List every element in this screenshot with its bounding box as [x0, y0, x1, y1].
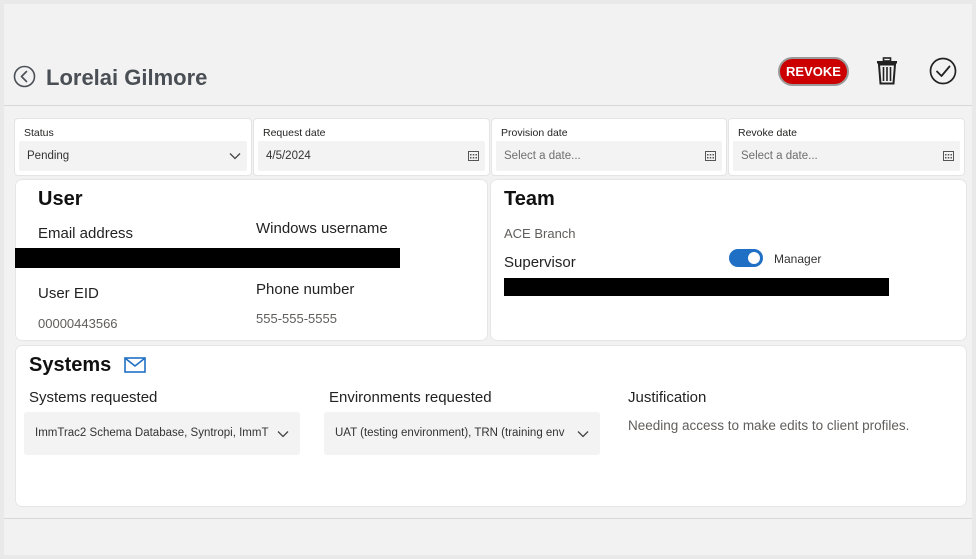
trash-icon [877, 57, 897, 85]
windows-username-label: Windows username [256, 220, 388, 237]
toggle-knob [748, 252, 760, 264]
revoke-date-input[interactable]: Select a date... [733, 141, 960, 171]
calendar-icon[interactable] [943, 151, 954, 161]
status-dropdown[interactable]: Pending [19, 141, 247, 171]
user-section-title: User [38, 188, 83, 210]
revoke-button[interactable]: REVOKE [778, 57, 849, 86]
systems-requested-label: Systems requested [29, 389, 158, 406]
status-field: Status Pending [15, 119, 251, 175]
manager-toggle[interactable] [729, 249, 763, 267]
mail-icon[interactable] [124, 357, 146, 373]
environments-requested-dropdown[interactable]: UAT (testing environment), TRN (training… [324, 412, 600, 455]
environments-requested-label: Environments requested [329, 389, 492, 406]
chevron-down-icon [577, 431, 589, 438]
systems-requested-value: ImmTrac2 Schema Database, Syntropi, ImmT [35, 427, 269, 439]
redacted-email-and-username [15, 248, 400, 268]
chevron-down-icon [229, 153, 241, 160]
email-label: Email address [38, 225, 134, 242]
chevron-down-icon [277, 431, 289, 438]
approve-button[interactable] [928, 56, 958, 86]
environments-requested-value: UAT (testing environment), TRN (training… [335, 427, 565, 439]
checkmark-circle-icon [929, 57, 957, 85]
justification-label: Justification [628, 389, 707, 406]
systems-card: Systems Systems requested ImmTrac2 Schem… [16, 346, 966, 506]
team-branch-value: ACE Branch [504, 226, 576, 241]
systems-section-title: Systems [29, 354, 112, 376]
app-window: Lorelai Gilmore REVOKE Status Pending Re… [4, 4, 972, 555]
calendar-icon[interactable] [705, 151, 716, 161]
revoke-date-label: Revoke date [738, 127, 797, 139]
team-card: Team ACE Branch Supervisor Manager [491, 180, 966, 340]
back-arrow-circle-icon [13, 65, 36, 88]
page-title: Lorelai Gilmore [46, 65, 208, 90]
team-section-title: Team [504, 188, 555, 210]
provision-date-label: Provision date [501, 127, 568, 139]
redacted-supervisor [504, 278, 889, 296]
provision-date-input[interactable]: Select a date... [496, 141, 722, 171]
footer-divider [4, 518, 972, 519]
supervisor-label: Supervisor [504, 254, 576, 271]
request-date-label: Request date [263, 127, 326, 139]
back-button[interactable] [13, 65, 36, 88]
request-dates-row: Status Pending Request date 4/5/2024 Pro… [15, 119, 967, 175]
request-date-input[interactable]: 4/5/2024 [258, 141, 485, 171]
phone-value: 555-555-5555 [256, 311, 337, 326]
justification-value: Needing access to make edits to client p… [628, 418, 910, 433]
request-date-field: Request date 4/5/2024 [254, 119, 489, 175]
provision-date-field: Provision date Select a date... [492, 119, 726, 175]
systems-requested-dropdown[interactable]: ImmTrac2 Schema Database, Syntropi, ImmT [24, 412, 300, 455]
calendar-icon[interactable] [468, 151, 479, 161]
manager-toggle-label: Manager [774, 252, 822, 266]
user-eid-value: 00000443566 [38, 316, 118, 331]
status-label: Status [24, 127, 54, 139]
phone-label: Phone number [256, 281, 355, 298]
delete-button[interactable] [874, 56, 900, 86]
user-eid-label: User EID [38, 285, 99, 302]
revoke-date-field: Revoke date Select a date... [729, 119, 964, 175]
page-header: Lorelai Gilmore REVOKE [4, 44, 972, 106]
user-card: User Email address Windows username User… [15, 180, 487, 340]
